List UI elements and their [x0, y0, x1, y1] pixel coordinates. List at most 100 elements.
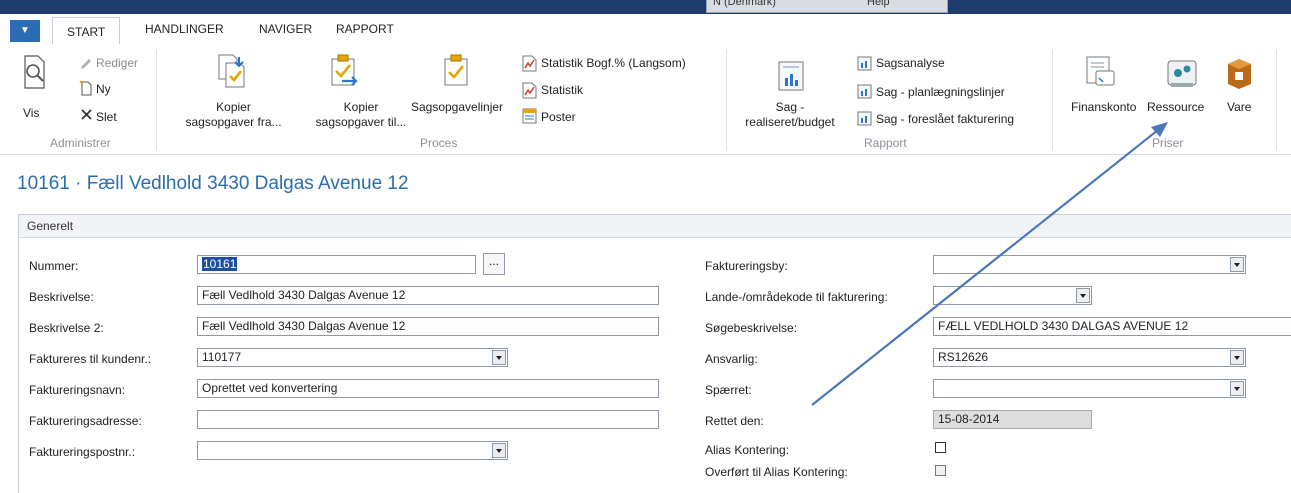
kopier-til-label-2: sagsopgaver til... — [315, 115, 407, 129]
ressource-button[interactable]: Ressource — [1147, 100, 1204, 114]
field-label-beskrivelse: Beskrivelse: — [29, 290, 94, 304]
statistics-chart-icon — [522, 55, 537, 72]
dropdown-arrow-icon[interactable] — [1230, 381, 1244, 396]
dropdown-arrow-icon[interactable] — [1230, 257, 1244, 272]
page-title: 10161 · Fæll Vedlhold 3430 Dalgas Avenue… — [17, 173, 409, 194]
field-label-faktureringsby: Faktureringsby: — [705, 259, 788, 273]
assist-edit-button[interactable]: ... — [483, 253, 505, 275]
field-label-beskrivelse-2: Beskrivelse 2: — [29, 321, 104, 335]
new-document-icon — [79, 80, 92, 96]
field-label-faktureringsadresse: Faktureringsadresse: — [29, 414, 142, 428]
statistik-button[interactable]: Statistik — [541, 83, 583, 97]
nummer-field[interactable]: 10161 — [197, 255, 476, 274]
report-icon — [778, 61, 804, 91]
dropdown-arrow-icon[interactable] — [1230, 350, 1244, 365]
faktureringsby-field[interactable] — [933, 255, 1246, 274]
sag-realiseret-button[interactable]: Sag - realiseret/budget — [735, 100, 845, 130]
field-label-alias-kontering: Alias Kontering: — [705, 443, 790, 457]
field-label-faktureringspostnr: Faktureringspostnr.: — [29, 445, 136, 459]
field-label-faktureringsnavn: Faktureringsnavn: — [29, 383, 126, 397]
slet-button[interactable]: Slet — [96, 110, 117, 124]
finanskonto-button[interactable]: Finanskonto — [1071, 100, 1136, 114]
resource-icon — [1167, 60, 1197, 87]
kundenr-value: 110177 — [202, 350, 242, 364]
kopier-fra-label-1: Kopier — [216, 100, 251, 114]
fasttab-title: Generelt — [27, 219, 74, 233]
soegebeskrivelse-field[interactable]: FÆLL VEDLHOLD 3430 DALGAS AVENUE 12 — [933, 317, 1291, 336]
kopier-fra-button[interactable]: Kopier sagsopgaver fra... — [170, 100, 297, 130]
sag-label-1: Sag - — [775, 100, 805, 114]
window-titlebar: N (Denmark) Help — [0, 0, 1291, 14]
report-small-icon — [857, 111, 872, 126]
faktureringsadresse-field[interactable] — [197, 410, 659, 429]
planlaegningslinjer-button[interactable]: Sag - planlægningslinjer — [876, 85, 1005, 99]
tab-naviger[interactable]: NAVIGER — [259, 22, 312, 36]
dropdown-arrow-icon[interactable] — [492, 443, 506, 458]
field-label-kundenr: Faktureres til kundenr.: — [29, 352, 152, 366]
alias-kontering-checkbox[interactable] — [935, 442, 946, 453]
field-label-rettet-den: Rettet den: — [705, 414, 764, 428]
ansvarlig-field[interactable]: RS12626 — [933, 348, 1246, 367]
rettet-den-field: 15-08-2014 — [933, 410, 1092, 429]
copy-tasks-to-icon — [331, 54, 358, 86]
ribbon-separator — [1052, 50, 1053, 150]
edit-pencil-icon — [81, 59, 91, 69]
beskrivelse-2-field[interactable]: Fæll Vedlhold 3430 Dalgas Avenue 12 — [197, 317, 659, 336]
statistics-icon — [522, 82, 537, 99]
report-small-icon — [857, 84, 872, 99]
spaerret-field[interactable] — [933, 379, 1246, 398]
ribbon-separator — [1276, 50, 1277, 150]
poster-button[interactable]: Poster — [541, 110, 576, 124]
sag-label-2: realiseret/budget — [745, 115, 835, 129]
faktureringspostnr-field[interactable] — [197, 441, 508, 460]
overfoert-alias-checkbox — [935, 465, 946, 476]
landekode-field[interactable] — [933, 286, 1092, 305]
foreslaaet-fakturering-button[interactable]: Sag - foreslået fakturering — [876, 112, 1014, 126]
vis-button[interactable] — [22, 54, 52, 98]
group-label-administrer: Administrer — [50, 136, 111, 150]
view-icon — [24, 55, 45, 89]
kopier-til-button[interactable]: Kopier sagsopgaver til... — [296, 100, 426, 130]
fasttab-header[interactable]: Generelt — [19, 215, 1291, 238]
faktureringsnavn-field[interactable]: Oprettet ved konvertering — [197, 379, 659, 398]
field-label-nummer: Nummer: — [29, 259, 79, 273]
help-button[interactable]: Help — [867, 0, 890, 8]
field-label-soegebeskrivelse: Søgebeskrivelse: — [705, 321, 798, 335]
rediger-button[interactable]: Rediger — [96, 56, 138, 70]
sagsopgavelinjer-button[interactable]: Sagsopgavelinjer — [408, 100, 506, 115]
titlebar-status: N (Denmark) Help — [706, 0, 948, 13]
ribbon-separator — [726, 50, 727, 150]
vare-button[interactable]: Vare — [1227, 100, 1251, 114]
field-label-ansvarlig: Ansvarlig: — [705, 352, 758, 366]
group-label-priser: Priser — [1152, 136, 1184, 150]
statistik-bogf-button[interactable]: Statistik Bogf.% (Langsom) — [541, 56, 686, 70]
tab-handlinger[interactable]: HANDLINGER — [145, 22, 224, 36]
application-menu-button[interactable]: ▼ — [10, 20, 40, 42]
report-small-icon — [857, 56, 872, 71]
sagsanalyse-button[interactable]: Sagsanalyse — [876, 56, 945, 70]
task-lines-icon — [444, 54, 468, 86]
field-label-spaerret: Spærret: — [705, 383, 752, 397]
nummer-value: 10161 — [202, 257, 238, 271]
delete-x-icon — [81, 109, 92, 120]
beskrivelse-field[interactable]: Fæll Vedlhold 3430 Dalgas Avenue 12 — [197, 286, 659, 305]
tab-rapport[interactable]: RAPPORT — [336, 22, 394, 36]
ny-button[interactable]: Ny — [96, 82, 111, 96]
field-label-landekode: Lande-/områdekode til fakturering: — [705, 290, 888, 304]
kundenr-field[interactable]: 110177 — [197, 348, 508, 367]
copy-tasks-from-icon — [218, 54, 245, 88]
titlebar-center-text: N (Denmark) — [713, 0, 776, 8]
ribbon-separator — [156, 50, 157, 150]
tab-start[interactable]: START — [52, 17, 121, 46]
entries-icon — [522, 108, 537, 124]
ansvarlig-value: RS12626 — [938, 350, 989, 364]
dropdown-arrow-icon[interactable] — [1076, 288, 1090, 303]
vis-label: Vis — [23, 106, 40, 120]
kopier-fra-label-2: sagsopgaver fra... — [185, 115, 282, 129]
gl-account-icon — [1086, 56, 1115, 86]
group-label-proces: Proces — [420, 136, 458, 150]
item-box-icon — [1228, 59, 1251, 89]
field-label-overfoert-alias: Overført til Alias Kontering: — [705, 465, 848, 479]
dropdown-arrow-icon[interactable] — [492, 350, 506, 365]
kopier-til-label-1: Kopier — [343, 100, 379, 114]
